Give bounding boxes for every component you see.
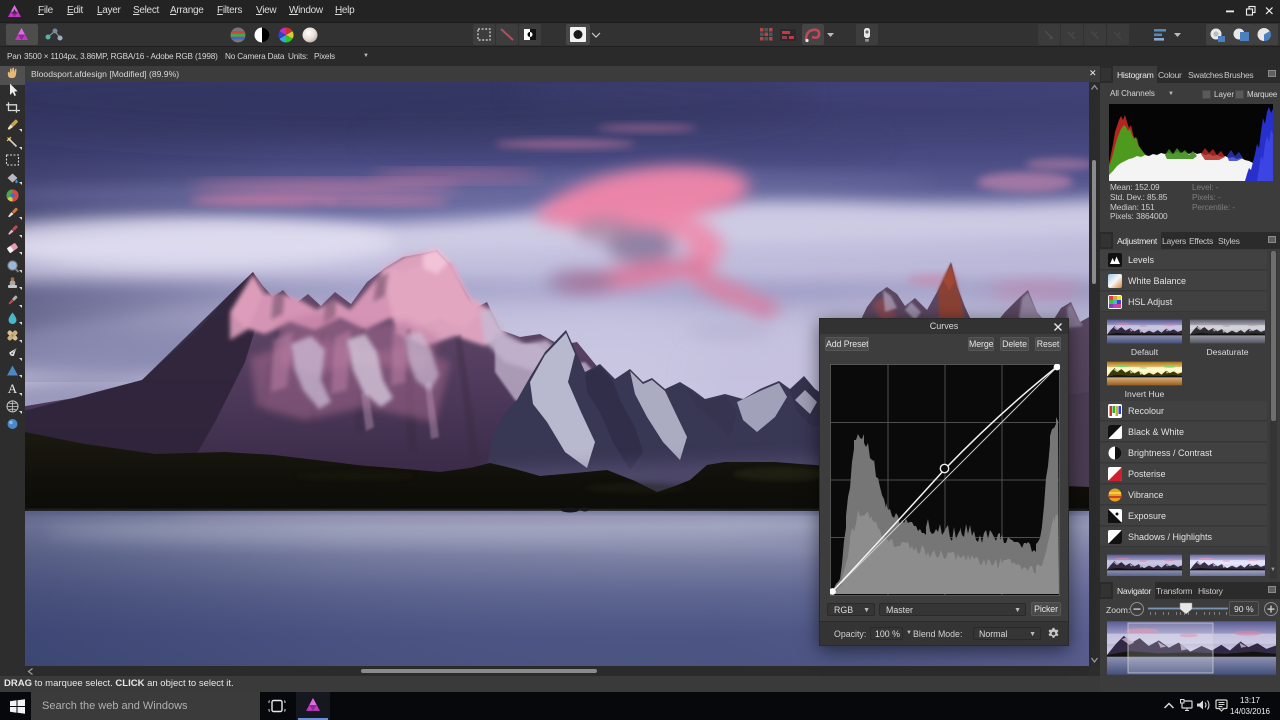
svg-text:A: A [8, 381, 18, 396]
